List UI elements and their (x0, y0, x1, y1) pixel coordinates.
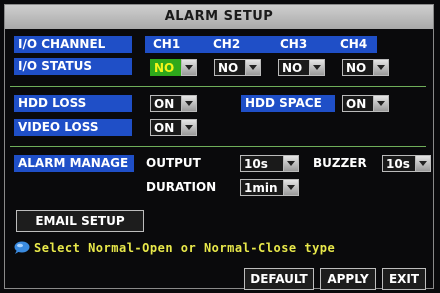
duration-value: 1min (240, 179, 283, 196)
dialog-title: ALARM SETUP (5, 5, 433, 29)
channel-header-4: CH4 (340, 37, 368, 51)
io-status-ch4-select[interactable]: NO (342, 59, 389, 76)
divider (10, 86, 426, 87)
io-status-label: I/O STATUS (14, 58, 132, 75)
duration-select[interactable]: 1min (240, 179, 299, 196)
channel-header-3: CH3 (280, 37, 308, 51)
duration-label: DURATION (146, 180, 217, 194)
chevron-down-icon (309, 59, 325, 76)
channel-header-2: CH2 (213, 37, 241, 51)
hdd-loss-label: HDD LOSS (14, 95, 132, 112)
chevron-down-icon (415, 155, 431, 172)
divider (10, 146, 426, 147)
io-status-ch1-select[interactable]: NO (150, 59, 197, 76)
io-status-ch3-value: NO (278, 59, 309, 76)
exit-button[interactable]: EXIT (382, 268, 426, 290)
io-channel-label: I/O CHANNEL (14, 36, 132, 53)
buzzer-label: BUZZER (313, 156, 367, 170)
io-status-ch3-select[interactable]: NO (278, 59, 325, 76)
video-loss-select[interactable]: ON (150, 119, 197, 136)
chevron-down-icon (373, 95, 389, 112)
alarm-manage-label: ALARM MANAGE (14, 155, 134, 172)
output-label: OUTPUT (146, 156, 201, 170)
chevron-down-icon (245, 59, 261, 76)
channel-header-bar: CH1 CH2 CH3 CH4 (145, 36, 377, 53)
channel-header-1: CH1 (153, 37, 181, 51)
video-loss-value: ON (150, 119, 181, 136)
hdd-space-select[interactable]: ON (342, 95, 389, 112)
info-bubble-icon (14, 241, 30, 254)
chevron-down-icon (181, 95, 197, 112)
io-status-ch4-value: NO (342, 59, 373, 76)
tip-text: Select Normal-Open or Normal-Close type (34, 241, 336, 255)
chevron-down-icon (181, 59, 197, 76)
chevron-down-icon (283, 179, 299, 196)
output-value: 10s (240, 155, 283, 172)
io-status-ch2-select[interactable]: NO (214, 59, 261, 76)
hdd-loss-select[interactable]: ON (150, 95, 197, 112)
email-setup-button[interactable]: EMAIL SETUP (16, 210, 144, 232)
buzzer-value: 10s (382, 155, 415, 172)
io-status-ch1-value: NO (150, 59, 181, 76)
chevron-down-icon (373, 59, 389, 76)
chevron-down-icon (283, 155, 299, 172)
hdd-space-value: ON (342, 95, 373, 112)
video-loss-label: VIDEO LOSS (14, 119, 132, 136)
hdd-loss-value: ON (150, 95, 181, 112)
io-status-ch2-value: NO (214, 59, 245, 76)
buzzer-select[interactable]: 10s (382, 155, 431, 172)
hdd-space-label: HDD SPACE (241, 95, 335, 112)
apply-button[interactable]: APPLY (320, 268, 376, 290)
default-button[interactable]: DEFAULT (244, 268, 314, 290)
output-select[interactable]: 10s (240, 155, 299, 172)
chevron-down-icon (181, 119, 197, 136)
